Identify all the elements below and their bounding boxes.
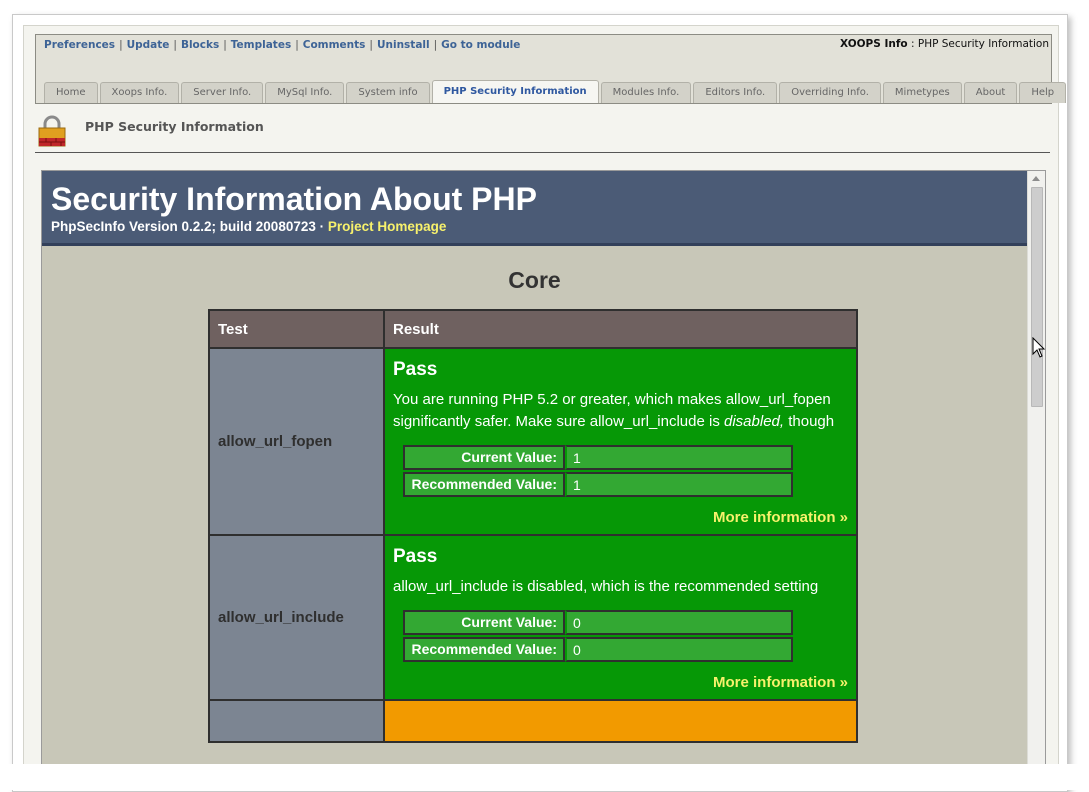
- tab-system-info[interactable]: System info: [346, 82, 430, 103]
- mouse-pointer-icon: [1032, 337, 1046, 358]
- current-page-name: PHP Security Information: [917, 38, 1049, 50]
- phpsecinfo-heading: Security Information About PHP: [51, 181, 537, 217]
- result-description: You are running PHP 5.2 or greater, whic…: [393, 389, 848, 433]
- tab-mimetypes[interactable]: Mimetypes: [882, 82, 962, 103]
- result-description: allow_url_include is disabled, which is …: [393, 576, 848, 598]
- link-separator: |: [173, 39, 177, 51]
- admin-page: Preferences | Update | Blocks | Templates | Comm…: [23, 25, 1067, 788]
- status-label: Pass: [393, 546, 438, 567]
- current-value-label: Current Value:: [403, 445, 565, 470]
- padlock-icon: [38, 115, 66, 147]
- column-header-test: Test: [208, 309, 385, 349]
- admin-menu: Preferences | Update | Blocks | Templates | Comm…: [35, 34, 1067, 104]
- tab-modules-info[interactable]: Modules Info.: [600, 82, 692, 103]
- link-separator: |: [295, 39, 299, 51]
- comments-link[interactable]: Comments: [303, 39, 366, 51]
- description-emphasis: disabled,: [724, 413, 785, 430]
- preferences-link[interactable]: Preferences: [44, 39, 115, 51]
- current-value-row: Current Value: 0: [403, 610, 793, 635]
- recommended-value: 1: [565, 472, 793, 497]
- page-title: PHP Security Information: [85, 119, 264, 134]
- templates-link[interactable]: Templates: [231, 39, 291, 51]
- tab-home[interactable]: Home: [44, 82, 98, 103]
- link-separator: |: [223, 39, 227, 51]
- test-name: allow_url_include: [208, 534, 385, 701]
- link-separator: |: [369, 39, 373, 51]
- torn-edge: [0, 764, 1089, 790]
- result-cell: Pass You are running PHP 5.2 or greater,…: [383, 347, 858, 536]
- more-information-link[interactable]: More information »: [393, 674, 848, 691]
- blocks-link[interactable]: Blocks: [181, 39, 219, 51]
- recommended-value-label: Recommended Value:: [403, 472, 565, 497]
- table-row: allow_url_fopen Pass You are running PHP…: [208, 347, 858, 536]
- phpsecinfo-content: Security Information About PHP PhpSecInf…: [42, 171, 1027, 787]
- scroll-up-arrow-icon[interactable]: [1032, 176, 1040, 181]
- tab-mysql-info[interactable]: MySql Info.: [265, 82, 345, 103]
- result-cell-warning: [383, 699, 858, 743]
- table-header-row: Test Result: [208, 309, 858, 349]
- tab-php-security-information[interactable]: PHP Security Information: [431, 80, 599, 103]
- description-text-end: though: [784, 413, 835, 430]
- project-homepage-link[interactable]: Project Homepage: [328, 219, 447, 234]
- tab-about[interactable]: About: [963, 82, 1018, 103]
- recommended-value-label: Recommended Value:: [403, 637, 565, 662]
- value-table: Current Value: 0 Recommended Value: 0: [403, 608, 793, 664]
- current-value: 0: [565, 610, 793, 635]
- recommended-value-row: Recommended Value: 1: [403, 472, 793, 497]
- scroll-thumb[interactable]: [1031, 187, 1043, 407]
- more-information-link[interactable]: More information »: [393, 509, 848, 526]
- test-name: [208, 699, 385, 743]
- recommended-value-row: Recommended Value: 0: [403, 637, 793, 662]
- column-header-result: Result: [383, 309, 858, 349]
- tab-overriding-info[interactable]: Overriding Info.: [779, 82, 881, 103]
- tab-xoops-info[interactable]: Xoops Info.: [99, 82, 180, 103]
- current-value-label: Current Value:: [403, 610, 565, 635]
- breadcrumb-separator: :: [910, 38, 915, 50]
- current-value-row: Current Value: 1: [403, 445, 793, 470]
- link-separator: |: [433, 39, 438, 51]
- status-label: Pass: [393, 359, 438, 380]
- table-row: [208, 699, 858, 743]
- module-name: XOOPS Info: [839, 38, 908, 50]
- admin-links: Preferences | Update | Blocks | Templates | Comm…: [44, 39, 520, 51]
- link-separator: |: [119, 39, 123, 51]
- description-text: allow_url_include is disabled, which is …: [393, 578, 819, 595]
- test-name: allow_url_fopen: [208, 347, 385, 536]
- version-text: PhpSecInfo Version 0.2.2; build 20080723…: [51, 219, 328, 234]
- version-line: PhpSecInfo Version 0.2.2; build 20080723…: [51, 219, 446, 234]
- tab-bar: Home Xoops Info. Server Info. MySql Info…: [44, 75, 1068, 103]
- result-cell: Pass allow_url_include is disabled, whic…: [383, 534, 858, 701]
- value-table: Current Value: 1 Recommended Value: 1: [403, 443, 793, 499]
- current-value: 1: [565, 445, 793, 470]
- update-link[interactable]: Update: [127, 39, 170, 51]
- recommended-value: 0: [565, 637, 793, 662]
- uninstall-link[interactable]: Uninstall: [377, 39, 430, 51]
- phpsecinfo-frame: Security Information About PHP PhpSecInf…: [41, 170, 1046, 788]
- tab-editors-info[interactable]: Editors Info.: [693, 82, 778, 103]
- module-breadcrumb: XOOPS Info : PHP Security Information: [840, 38, 1049, 50]
- section-title: Core: [508, 267, 561, 293]
- vertical-scrollbar[interactable]: [1027, 171, 1045, 787]
- results-table: Test Result allow_url_fopen Pass You are…: [208, 309, 858, 743]
- go-to-module-link[interactable]: Go to module: [441, 39, 520, 51]
- table-row: allow_url_include Pass allow_url_include…: [208, 534, 858, 701]
- phpsecinfo-header: Security Information About PHP PhpSecInf…: [42, 171, 1027, 246]
- screenshot-frame: Preferences | Update | Blocks | Templates | Comm…: [12, 14, 1068, 792]
- tab-help[interactable]: Help: [1019, 82, 1067, 103]
- tab-server-info[interactable]: Server Info.: [181, 82, 264, 103]
- page-header: PHP Security Information: [35, 112, 1050, 153]
